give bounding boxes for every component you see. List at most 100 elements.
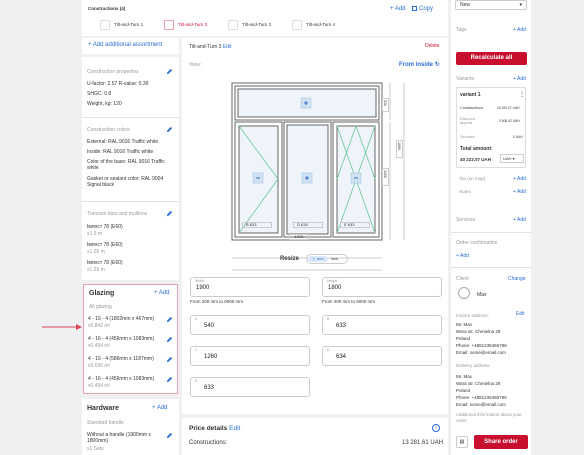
edit-construction-link[interactable]: Edit <box>223 44 232 50</box>
variant-card[interactable]: variant 1 ⋮ Constructions 40 222.07 UAH … <box>456 87 526 168</box>
view-label: View: <box>189 62 202 68</box>
segment-d-label: D <box>327 348 330 352</box>
add-variant-button[interactable]: + Add <box>513 76 526 82</box>
edit-glazing-icon[interactable] <box>166 376 173 383</box>
glazing-item-qty: x0.494 m² <box>88 383 111 389</box>
height-label: Height <box>327 279 338 283</box>
dim-tag-height-total[interactable]: 1800 <box>396 140 403 158</box>
unit-toggle[interactable]: ✓ mm inch <box>306 254 348 264</box>
segment-d-input[interactable]: D 634 <box>322 346 442 366</box>
variant-total-value: 40 222.07 UAH <box>460 157 492 162</box>
glazing-subtitle: All glazing <box>89 304 112 310</box>
segment-c-label: C <box>195 348 198 352</box>
construction-tab-4[interactable]: Tilt-and-Turn 4 <box>292 20 335 30</box>
colors-base: Color of the base: RAL 9016 Traffic whit… <box>87 159 165 171</box>
delete-construction-button[interactable]: Delete <box>425 43 439 49</box>
dim-letter: E <box>344 222 347 227</box>
edit-hardware-icon[interactable] <box>166 432 173 439</box>
info-icon[interactable]: i <box>432 424 440 432</box>
dim-tag-right[interactable]: 1260 <box>382 168 389 186</box>
construction-tab-label: Tilt-and-Turn 1 <box>114 22 144 27</box>
segment-a-input[interactable]: A 540 <box>190 315 310 335</box>
construction-thumb-icon <box>164 20 174 30</box>
transoms-title: Transom bars and mullions <box>87 211 148 217</box>
check-icon: ✓ <box>312 256 316 261</box>
change-client-button[interactable]: Change <box>508 276 526 282</box>
delivery-line: Poland <box>456 388 471 393</box>
width-input[interactable]: Width 1900 <box>190 277 310 297</box>
refresh-icon: ↻ <box>434 62 440 68</box>
construction-tab-2[interactable]: Tilt-and-Turn 3 <box>164 20 207 30</box>
dim-letter: D <box>297 222 300 227</box>
notes-label: Notes <box>459 189 471 194</box>
width-label: Width <box>195 279 204 283</box>
hardware-item-name: Without a handle (1900mm x 1800mm) <box>87 432 151 444</box>
add-glazing-button[interactable]: + Add <box>154 290 170 296</box>
add-confirmation-button[interactable]: + Add <box>456 253 469 259</box>
colors-gasket: Gasket or sealant color: RAL 9004 Signal… <box>87 176 164 188</box>
dim-tag-top[interactable]: 540 <box>382 98 389 112</box>
dim-letter: B <box>246 222 249 227</box>
view-mode-select[interactable]: From inside ↻ <box>399 61 440 68</box>
invoice-line: Mr. Max <box>456 322 473 327</box>
dim-tag-633-left[interactable]: B 633 <box>242 222 272 228</box>
edit-colors-icon[interactable] <box>166 126 173 133</box>
segment-a-label: A <box>195 317 198 321</box>
confirmation-label: Order confirmation <box>456 240 498 246</box>
client-label: Client <box>456 276 469 282</box>
add-construction-button[interactable]: + Add <box>390 6 406 12</box>
status-select[interactable]: New ▾ <box>455 0 527 10</box>
width-value: 1900 <box>196 285 210 291</box>
delivery-line: Wara str. Chmielna 29 <box>456 381 501 386</box>
add-assortment-card: + Add additional assortment <box>82 38 179 54</box>
invoice-label: Invoice address: <box>456 313 489 318</box>
edit-glazing-icon[interactable] <box>166 356 173 363</box>
variant-constructions-value: 40 222.07 UAH <box>497 106 520 110</box>
hardware-item-qty: x1 Sets <box>87 446 104 452</box>
construction-tab-3[interactable]: Tilt-and-Turn 3 <box>228 20 271 30</box>
copy-construction-button[interactable]: Copy <box>412 6 433 12</box>
construction-tab-1[interactable]: Tilt-and-Turn 1 <box>100 20 143 30</box>
edit-transoms-icon[interactable] <box>166 210 173 217</box>
currency-value: UAH <box>503 156 512 161</box>
chevron-down-icon: ▾ <box>512 156 515 161</box>
dim-tag-633-right[interactable]: E 633 <box>340 222 370 228</box>
add-notes-button[interactable]: + Add <box>513 189 526 195</box>
avatar <box>458 287 470 299</box>
glazing-item-name: 4 - 16 - 4 (456mm x 1083mm) <box>88 376 155 382</box>
construction-tab-label: Tilt-and-Turn 3 <box>242 22 272 27</box>
add-assortment-button[interactable]: + Add additional assortment <box>88 42 162 48</box>
glazing-item-name: 4 - 16 - 4 (586mm x 1187mm) <box>88 356 154 362</box>
add-tax-button[interactable]: + Add <box>513 176 526 182</box>
currency-select[interactable]: UAH ▾ <box>500 154 524 163</box>
edit-glazing-icon[interactable] <box>166 316 173 323</box>
chat-button[interactable]: ▤ <box>456 436 468 448</box>
unit-mm-option[interactable]: ✓ mm <box>308 256 328 262</box>
edit-invoice-button[interactable]: Edit <box>516 311 525 317</box>
edit-price-link[interactable]: Edit <box>229 425 240 432</box>
add-service-button[interactable]: + Add <box>513 217 526 223</box>
edit-glazing-icon[interactable] <box>166 336 173 343</box>
invoice-line: Phone: +4881235456789 <box>456 343 507 348</box>
dim-tag-634[interactable]: D 634 <box>293 222 323 228</box>
segment-c-input[interactable]: C 1260 <box>190 346 310 366</box>
dim-value: 634 <box>301 222 308 227</box>
segment-b-input[interactable]: B 633 <box>322 315 442 335</box>
properties-shgc: SHGC: 0.8 <box>87 91 112 97</box>
segment-e-input[interactable]: E 633 <box>190 377 310 397</box>
variant-menu-icon[interactable]: ⋮ <box>519 91 525 98</box>
unit-inch-option[interactable]: inch <box>331 256 338 262</box>
transom-item-name: Імпост 78 (E60) <box>87 224 123 230</box>
properties-ufactor: U-factor: 2.57 R-value: 0.39 <box>87 81 149 87</box>
variant-name: variant 1 <box>460 92 481 98</box>
share-order-button[interactable]: Share order <box>474 435 528 449</box>
construction-thumb-icon <box>292 20 302 30</box>
invoice-line: Wara str. Chmielna 29 <box>456 329 501 334</box>
recalculate-button[interactable]: Recalculate all <box>456 52 527 65</box>
segment-b-value: 633 <box>336 323 347 329</box>
add-hardware-button[interactable]: + Add <box>152 405 168 411</box>
edit-properties-icon[interactable] <box>166 68 173 75</box>
add-tag-button[interactable]: + Add <box>513 27 526 33</box>
height-input[interactable]: Height 1800 <box>322 277 442 297</box>
dim-tag-width-total[interactable]: 1900 <box>289 234 309 240</box>
